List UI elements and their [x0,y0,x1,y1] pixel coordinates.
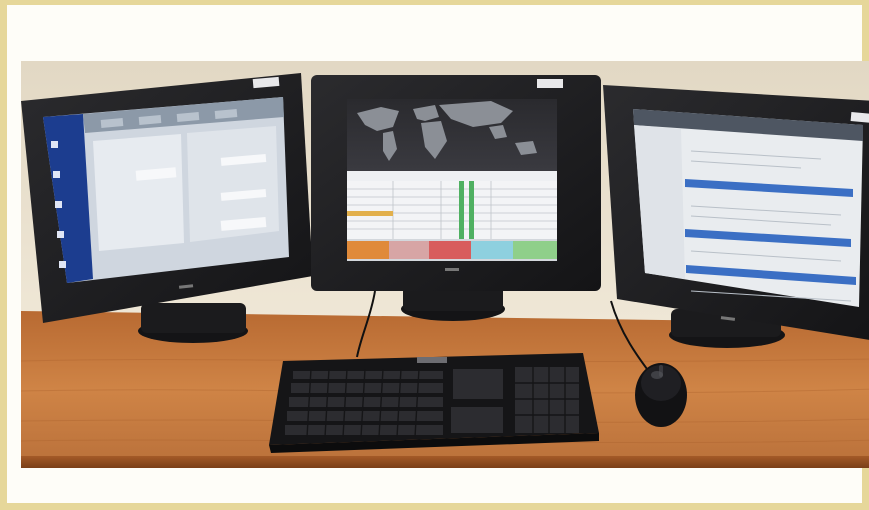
photo-illustration [21,61,869,468]
status-tile-pink [389,241,429,259]
center-screen-table [347,181,557,239]
desk-edge [21,456,869,468]
status-tile-cyan [471,241,513,259]
center-monitor [311,75,601,321]
keyboard [269,353,599,453]
status-tile-green [513,241,557,259]
status-tile-orange [347,241,389,259]
left-screen-form-panel [93,134,184,251]
keyboard-logo [417,357,447,363]
center-screen-status-tiles [347,241,557,259]
center-screen-status-bar-2 [469,181,474,239]
left-monitor-stand [141,303,246,333]
center-monitor-sticker [537,79,563,88]
center-screen-status-bar-1 [459,181,464,239]
center-monitor-logo [445,268,459,271]
center-screen-highlight-row [347,211,393,216]
center-screen-table-header [347,171,557,181]
mouse [635,363,687,427]
status-tile-red [429,241,471,259]
photo-frame [0,0,869,510]
mouse-highlight [651,371,663,379]
photo [21,61,869,468]
